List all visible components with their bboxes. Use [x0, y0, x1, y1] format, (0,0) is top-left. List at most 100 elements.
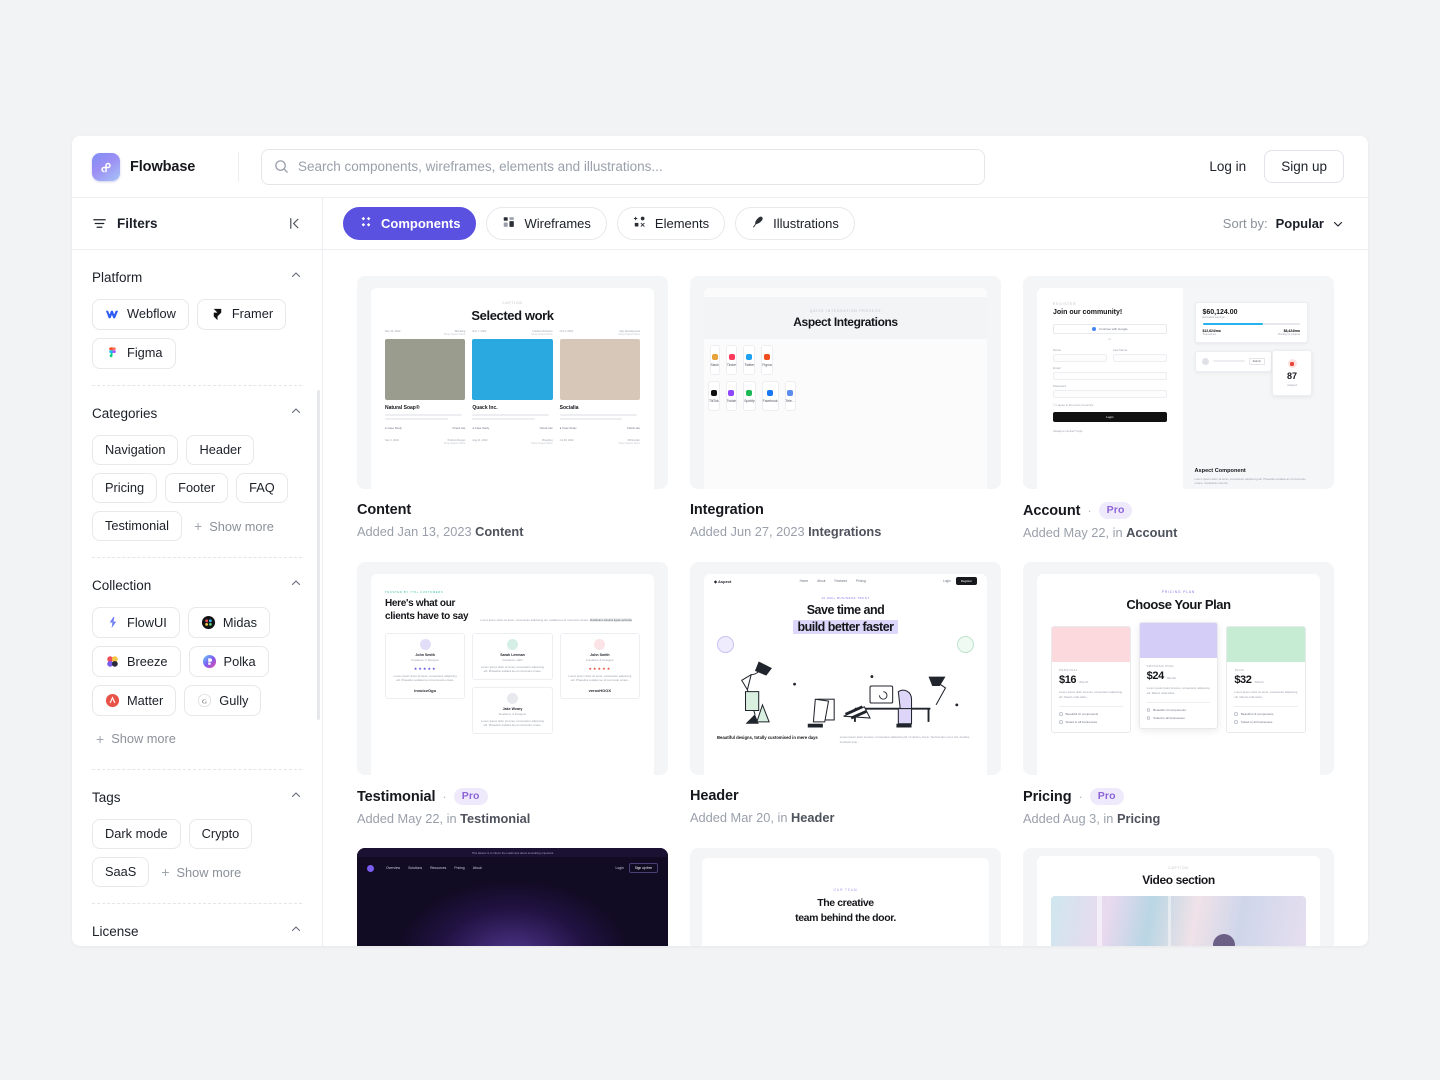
component-card[interactable]: REGISTER Join our community! Continue wi…: [1023, 276, 1334, 540]
filter-group-platform: Platform Webflow Framer Figma: [92, 250, 302, 386]
filter-chip-webflow[interactable]: Webflow: [92, 299, 189, 330]
filters-sidebar: Filters Platform Webflow Framer Figma Catego…: [72, 198, 323, 946]
component-card[interactable]: PRICING PLAN Choose Your Plan PERSONAL $…: [1023, 562, 1334, 826]
filter-group-header[interactable]: Platform: [92, 268, 302, 286]
chevron-up-icon[interactable]: [290, 576, 302, 594]
card-meta-category[interactable]: Content: [475, 524, 523, 539]
search-icon: [274, 159, 289, 174]
filter-chip-header[interactable]: Header: [186, 435, 255, 466]
filter-chip-flowui[interactable]: FlowUI: [92, 607, 180, 639]
sort-value[interactable]: Popular: [1276, 216, 1324, 231]
filters-scroll-area[interactable]: Platform Webflow Framer Figma Categories Navi…: [72, 250, 322, 946]
chevron-up-icon[interactable]: [290, 922, 302, 940]
card-title[interactable]: Integration: [690, 502, 764, 518]
filter-chip-breeze[interactable]: Breeze: [92, 646, 181, 678]
component-card[interactable]: CAPTION Video section: [1023, 848, 1334, 946]
filter-chip-label: Midas: [222, 614, 257, 630]
card-thumbnail[interactable]: CAPTION Selected work Dec 22, 2022 Brandi…: [357, 276, 668, 489]
card-thumbnail[interactable]: TRUSTED BY 770+ CUSTOMERS Here's what ou…: [357, 562, 668, 775]
matter-icon: [105, 693, 120, 708]
card-meta-category[interactable]: Integrations: [808, 524, 881, 539]
component-card[interactable]: TRUSTED BY 770+ CUSTOMERS Here's what ou…: [357, 562, 668, 826]
filter-group-title: License: [92, 923, 139, 939]
results-scroll-area[interactable]: CAPTION Selected work Dec 22, 2022 Brandi…: [323, 250, 1368, 946]
component-card[interactable]: ◆ Aspect Home About Features Pricing Login R…: [690, 562, 1001, 826]
sort-control[interactable]: Sort by: Popular: [1223, 216, 1344, 231]
filter-chip-framer[interactable]: Framer: [196, 299, 287, 330]
filter-group-header[interactable]: Tags: [92, 788, 302, 806]
show-more-button[interactable]: + Show more: [92, 724, 180, 753]
card-title-row: Integration: [690, 502, 1001, 518]
show-more-button[interactable]: + Show more: [157, 857, 245, 887]
collapse-sidebar-icon[interactable]: [287, 215, 304, 232]
login-link[interactable]: Log in: [1209, 159, 1246, 174]
card-title[interactable]: Account: [1023, 503, 1080, 519]
card-meta: Added Jun 27, 2023 Integrations: [690, 524, 1001, 539]
card-meta-added: Added Aug 3, in: [1023, 811, 1114, 826]
filter-chip-gully[interactable]: G Gully: [184, 685, 262, 717]
filter-chip-midas[interactable]: Midas: [187, 607, 270, 639]
filter-chip-testimonial[interactable]: Testimonial: [92, 511, 183, 542]
filter-chip-crypto[interactable]: Crypto: [188, 819, 253, 850]
component-card[interactable]: QUICK INTEGRATION PROCESS Aspect Integra…: [690, 276, 1001, 540]
card-caption: Pricing · Pro Added Aug 3, in Pricing: [1023, 775, 1334, 826]
filter-chip-saas[interactable]: SaaS: [92, 857, 150, 888]
card-meta-category[interactable]: Header: [791, 810, 834, 825]
card-thumbnail[interactable]: QUICK INTEGRATION PROCESS Aspect Integra…: [690, 276, 1001, 489]
card-meta-category[interactable]: Account: [1126, 525, 1177, 540]
filter-chip-label: Testimonial: [105, 518, 170, 534]
chevron-up-icon[interactable]: [290, 788, 302, 806]
tab-elements[interactable]: Elements: [616, 207, 726, 240]
card-title[interactable]: Header: [690, 788, 739, 804]
filter-group-header[interactable]: Collection: [92, 576, 302, 594]
filter-chip-footer[interactable]: Footer: [165, 473, 229, 504]
brand[interactable]: Flowbase: [92, 152, 238, 181]
card-thumbnail[interactable]: OUR TEAM The creative team behind the doo…: [690, 848, 1001, 946]
filter-chip-label: Framer: [231, 306, 274, 322]
tab-illustrations[interactable]: Illustrations: [735, 207, 855, 240]
filter-group-header[interactable]: License: [92, 922, 302, 940]
filter-chip-pricing[interactable]: Pricing: [92, 473, 158, 504]
chevron-up-icon[interactable]: [290, 268, 302, 286]
filter-group-collection: Collection FlowUI Midas Breeze Polka Matter G G…: [92, 558, 302, 771]
card-thumbnail[interactable]: CAPTION Video section: [1023, 848, 1334, 946]
card-thumbnail[interactable]: This banner is to inform the customers a…: [357, 848, 668, 946]
search-bar[interactable]: [261, 148, 985, 185]
filter-group-header[interactable]: Categories: [92, 404, 302, 422]
card-caption: Integration Added Jun 27, 2023 Integratio…: [690, 489, 1001, 539]
show-more-button[interactable]: + Show more: [190, 511, 278, 541]
signup-button[interactable]: Sign up: [1264, 150, 1344, 183]
card-title[interactable]: Content: [357, 502, 411, 518]
tab-components[interactable]: Components: [343, 207, 477, 240]
filter-chip-faq[interactable]: FAQ: [236, 473, 288, 504]
search-input[interactable]: [298, 149, 972, 184]
filter-chip-navigation[interactable]: Navigation: [92, 435, 179, 466]
component-card[interactable]: OUR TEAM The creative team behind the doo…: [690, 848, 1001, 946]
card-caption: Header Added Mar 20, in Header: [690, 775, 1001, 825]
filter-chip-label: Matter: [127, 692, 164, 708]
chevron-down-icon[interactable]: [1332, 218, 1344, 230]
filter-chip-dark-mode[interactable]: Dark mode: [92, 819, 181, 850]
filter-chip-label: Crypto: [201, 826, 240, 842]
filter-chip-figma[interactable]: Figma: [92, 338, 176, 369]
card-title[interactable]: Pricing: [1023, 789, 1072, 805]
tab-wireframes[interactable]: Wireframes: [486, 207, 607, 240]
chevron-up-icon[interactable]: [290, 404, 302, 422]
sidebar-scrollbar[interactable]: [317, 390, 320, 720]
filter-chip-polka[interactable]: Polka: [188, 646, 269, 678]
card-meta-category[interactable]: Testimonial: [460, 811, 530, 826]
card-meta: Added May 22, in Testimonial: [357, 811, 668, 826]
component-card[interactable]: This banner is to inform the customers a…: [357, 848, 668, 946]
filter-group-categories: Categories Navigation Header Pricing Footer F…: [92, 386, 302, 559]
filter-chip-label: FAQ: [249, 480, 275, 496]
card-title[interactable]: Testimonial: [357, 789, 436, 805]
card-meta-category[interactable]: Pricing: [1117, 811, 1160, 826]
sidebar-header: Filters: [72, 198, 322, 250]
component-card[interactable]: CAPTION Selected work Dec 22, 2022 Brandi…: [357, 276, 668, 540]
filter-group-title: Tags: [92, 789, 121, 805]
card-thumbnail[interactable]: ◆ Aspect Home About Features Pricing Login R…: [690, 562, 1001, 775]
card-thumbnail[interactable]: PRICING PLAN Choose Your Plan PERSONAL $…: [1023, 562, 1334, 775]
filter-chip-label: Figma: [127, 345, 163, 361]
filter-chip-matter[interactable]: Matter: [92, 685, 177, 717]
card-thumbnail[interactable]: REGISTER Join our community! Continue wi…: [1023, 276, 1334, 489]
